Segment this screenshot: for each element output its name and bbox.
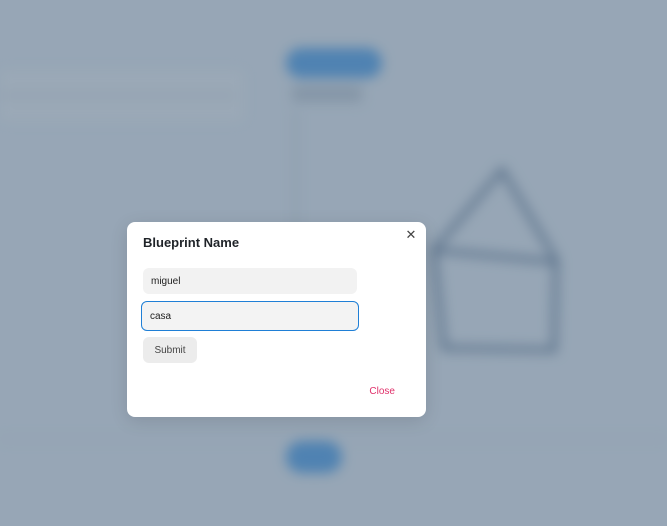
app-stage: Blueprint Name ✕ Submit Close	[0, 0, 667, 526]
blueprint-name-dialog: Blueprint Name ✕ Submit Close	[127, 222, 426, 417]
close-button[interactable]: Close	[369, 386, 395, 397]
close-icon[interactable]: ✕	[404, 228, 418, 242]
dialog-title: Blueprint Name	[143, 235, 240, 250]
name-input[interactable]	[143, 268, 357, 294]
submit-button[interactable]: Submit	[143, 337, 197, 363]
blueprint-input[interactable]	[141, 301, 359, 331]
